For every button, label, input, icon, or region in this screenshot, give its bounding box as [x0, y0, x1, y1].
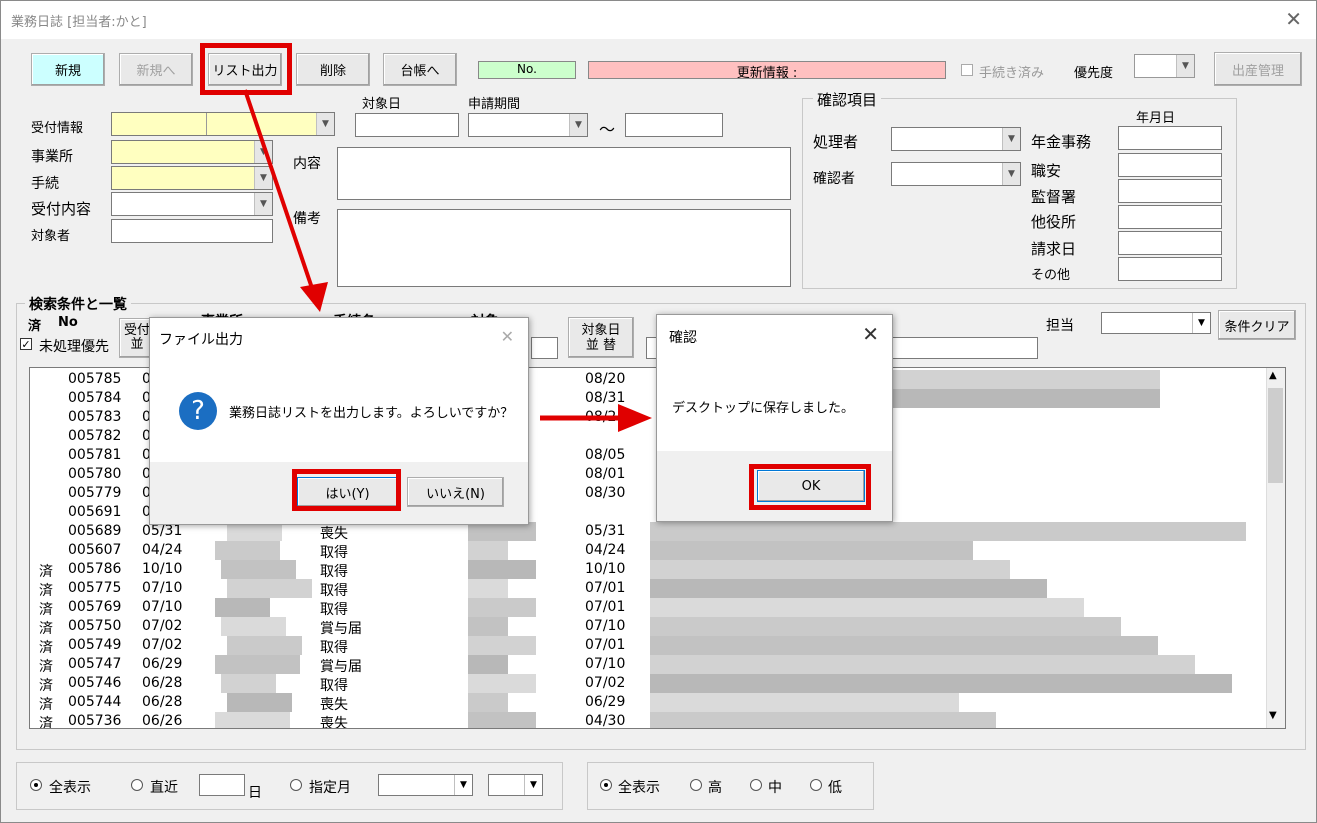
arrow-head-down	[300, 282, 328, 312]
arrow-line-down	[243, 89, 316, 295]
annotation-arrows	[243, 89, 652, 432]
arrow-head-right	[618, 404, 652, 432]
